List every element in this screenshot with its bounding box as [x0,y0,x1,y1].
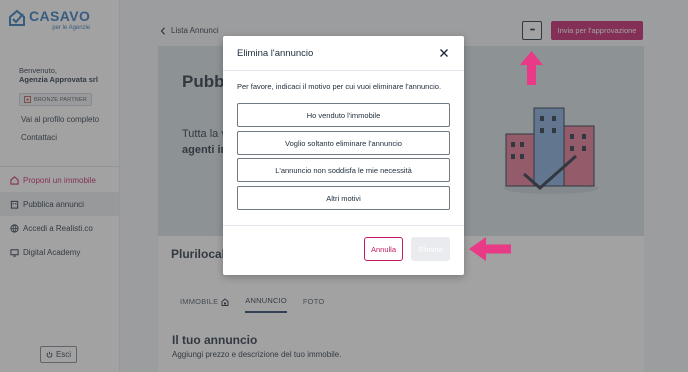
reason-other-button[interactable]: Altri motivi [237,186,450,210]
close-icon[interactable] [439,48,449,58]
dialog-header: Elimina l'annuncio [223,36,464,71]
reason-not-satisfied-button[interactable]: L'annuncio non soddisfa le mie necessità [237,158,450,182]
dialog-title: Elimina l'annuncio [237,48,314,59]
reason-sold-button[interactable]: Ho venduto l'immobile [237,103,450,127]
arrow-left-annotation-icon [469,237,511,261]
dialog-footer-divider [223,225,464,226]
arrow-up-annotation-icon [520,51,543,85]
delete-listing-dialog: Elimina l'annuncio Per favore, indicaci … [223,36,464,275]
cancel-button[interactable]: Annulla [364,237,403,261]
dialog-intro: Per favore, indicaci il motivo per cui v… [237,82,442,91]
delete-button[interactable]: Elimina [411,237,450,261]
reason-delete-only-button[interactable]: Voglio soltanto eliminare l'annuncio [237,131,450,155]
